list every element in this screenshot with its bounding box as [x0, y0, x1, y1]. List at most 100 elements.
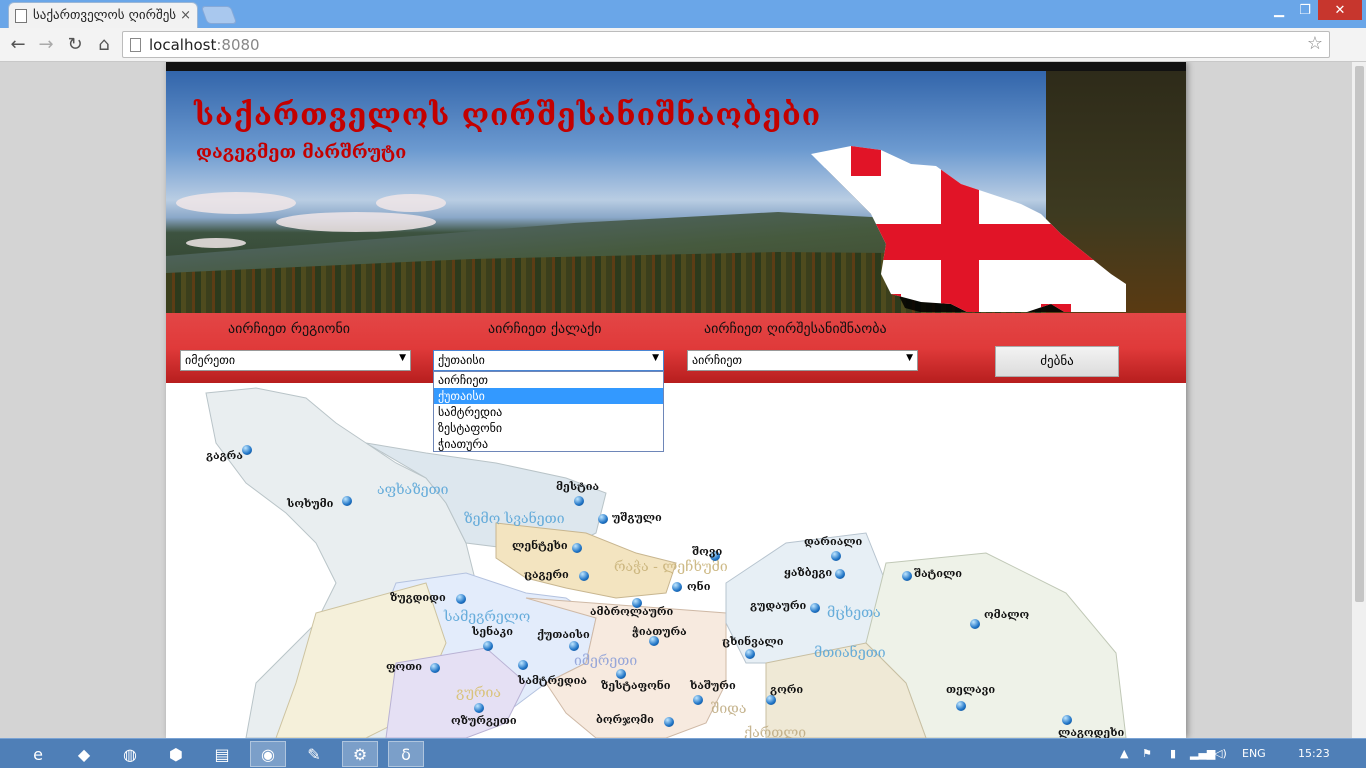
map-city-label[interactable]: ჭიათურა [632, 625, 687, 638]
close-window-button[interactable]: ✕ [1318, 0, 1362, 20]
city-label: აირჩიეთ ქალაქი [488, 321, 602, 337]
map-marker[interactable] [664, 717, 674, 727]
map-city-label[interactable]: ოზურგეთი [451, 714, 517, 727]
map-marker[interactable] [1062, 715, 1072, 725]
map-city-label[interactable]: ლენტეხი [512, 539, 568, 552]
network-icon[interactable]: ▂▄▆ [1190, 747, 1215, 760]
map-city-label[interactable]: ონი [687, 580, 710, 593]
map-city-label[interactable]: ხაშური [690, 679, 736, 692]
map-marker[interactable] [342, 496, 352, 506]
city-option[interactable]: ჭიათურა [434, 436, 663, 452]
back-icon[interactable]: ← [6, 32, 30, 56]
globe-icon[interactable]: ◍ [112, 741, 148, 767]
map-city-label[interactable]: სენაკი [472, 625, 513, 638]
city-select[interactable]: ქუთაისი ▼ [433, 350, 664, 371]
language-indicator[interactable]: ENG [1242, 747, 1266, 760]
map-city-label[interactable]: ქუთაისი [537, 628, 590, 641]
reload-icon[interactable]: ↻ [63, 32, 87, 56]
map-city-label[interactable]: შატილი [914, 567, 962, 580]
paint-icon[interactable]: ✎ [296, 741, 332, 767]
scrollbar-thumb[interactable] [1355, 66, 1364, 602]
forward-icon[interactable]: → [34, 32, 58, 56]
map-marker[interactable] [970, 619, 980, 629]
city-dropdown-list[interactable]: აირჩიეთ ქუთაისი სამტრედია ზესტაფონი ჭიათ… [433, 371, 664, 452]
map-marker[interactable] [831, 551, 841, 561]
url-port: :8080 [216, 35, 260, 54]
map-city-label[interactable]: ომალო [984, 608, 1029, 621]
map-marker[interactable] [956, 701, 966, 711]
city-option[interactable]: აირჩიეთ [434, 372, 663, 388]
visual-studio-icon[interactable]: ◆ [66, 741, 102, 767]
volume-icon[interactable]: ◁) [1214, 747, 1227, 760]
map-city-label[interactable]: ზესტაფონი [601, 679, 671, 692]
map-city-label[interactable]: სოხუმი [287, 497, 333, 510]
browser-tab[interactable]: საქართველოს ღირშესა × [8, 2, 198, 28]
map-marker[interactable] [518, 660, 528, 670]
bookmark-star-icon[interactable]: ☆ [1307, 33, 1323, 54]
map-marker[interactable] [569, 641, 579, 651]
map-city-label[interactable]: შოვი [692, 545, 722, 558]
chrome-icon[interactable]: ◉ [250, 741, 286, 767]
map-city-label[interactable]: ყაზბეგი [784, 566, 832, 579]
map-marker[interactable] [616, 669, 626, 679]
map-marker[interactable] [474, 703, 484, 713]
show-hidden-icons[interactable]: ▲ [1120, 747, 1128, 760]
map-city-label[interactable]: ზუგდიდი [390, 591, 446, 604]
map-city-label[interactable]: ლაგოდეხი [1058, 726, 1124, 738]
map-marker[interactable] [574, 496, 584, 506]
map-city-label[interactable]: მესტია [556, 480, 599, 493]
map-city-label[interactable]: ამბროლაური [590, 605, 673, 618]
map-city-label[interactable]: ცაგერი [524, 568, 569, 581]
map-marker[interactable] [745, 649, 755, 659]
clock[interactable]: 15:23 [1298, 747, 1330, 760]
map-marker[interactable] [572, 543, 582, 553]
flag-icon[interactable]: ⚑ [1142, 747, 1152, 760]
city-option[interactable]: ზესტაფონი [434, 420, 663, 436]
map-city-label[interactable]: ბორჯომი [596, 713, 654, 726]
browser-titlebar: საქართველოს ღირშესა × ▁ ❐ ✕ [0, 0, 1366, 28]
internet-explorer-icon[interactable]: e [20, 741, 56, 767]
map-city-label[interactable]: უშგული [612, 511, 662, 524]
map-city-label[interactable]: გუდაური [750, 599, 806, 612]
map-marker[interactable] [672, 582, 682, 592]
sight-select[interactable]: აირჩიეთ ▼ [687, 350, 918, 371]
map-marker[interactable] [835, 569, 845, 579]
map-marker[interactable] [810, 603, 820, 613]
page-viewport: საქართველოს ღირშესანიშნაობები დაგეგმეთ მ… [0, 62, 1352, 738]
new-tab-button[interactable] [200, 6, 238, 24]
georgia-flag-map [811, 146, 1126, 312]
filter-bar: აირჩიეთ რეგიონი აირჩიეთ ქალაქი აირჩიეთ ღ… [166, 313, 1186, 383]
map-city-label[interactable]: სამტრედია [518, 674, 587, 687]
map-city-label[interactable]: თელავი [946, 683, 995, 696]
map-marker[interactable] [598, 514, 608, 524]
cube-icon[interactable]: ⬢ [158, 741, 194, 767]
battery-icon[interactable]: ▮ [1170, 747, 1176, 760]
chevron-down-icon: ▼ [399, 353, 406, 363]
map-city-label[interactable]: დარიალი [804, 535, 862, 548]
search-button[interactable]: ძებნა [995, 346, 1119, 377]
home-icon[interactable]: ⌂ [92, 32, 116, 56]
region-select-value: იმერეთი [185, 353, 236, 367]
map-city-label[interactable]: ფოთი [386, 660, 422, 673]
map-marker[interactable] [579, 571, 589, 581]
tab-close-icon[interactable]: × [180, 8, 191, 23]
app-icon[interactable]: δ [388, 741, 424, 767]
minimize-button[interactable]: ▁ [1266, 0, 1292, 20]
map-city-label[interactable]: ცხინვალი [722, 635, 784, 648]
map-marker[interactable] [242, 445, 252, 455]
map-marker[interactable] [902, 571, 912, 581]
map-marker[interactable] [693, 695, 703, 705]
map-marker[interactable] [430, 663, 440, 673]
map-marker[interactable] [456, 594, 466, 604]
city-option[interactable]: სამტრედია [434, 404, 663, 420]
map-city-label[interactable]: გაგრა [206, 449, 243, 462]
folder-icon[interactable]: ▤ [204, 741, 240, 767]
map-marker[interactable] [766, 695, 776, 705]
map-city-label[interactable]: გორი [770, 683, 803, 696]
map-marker[interactable] [483, 641, 493, 651]
city-option-selected[interactable]: ქუთაისი [434, 388, 663, 404]
region-select[interactable]: იმერეთი ▼ [180, 350, 411, 371]
settings-icon[interactable]: ⚙ [342, 741, 378, 767]
maximize-button[interactable]: ❐ [1292, 0, 1318, 20]
address-bar[interactable]: localhost:8080 ☆ [122, 31, 1330, 58]
